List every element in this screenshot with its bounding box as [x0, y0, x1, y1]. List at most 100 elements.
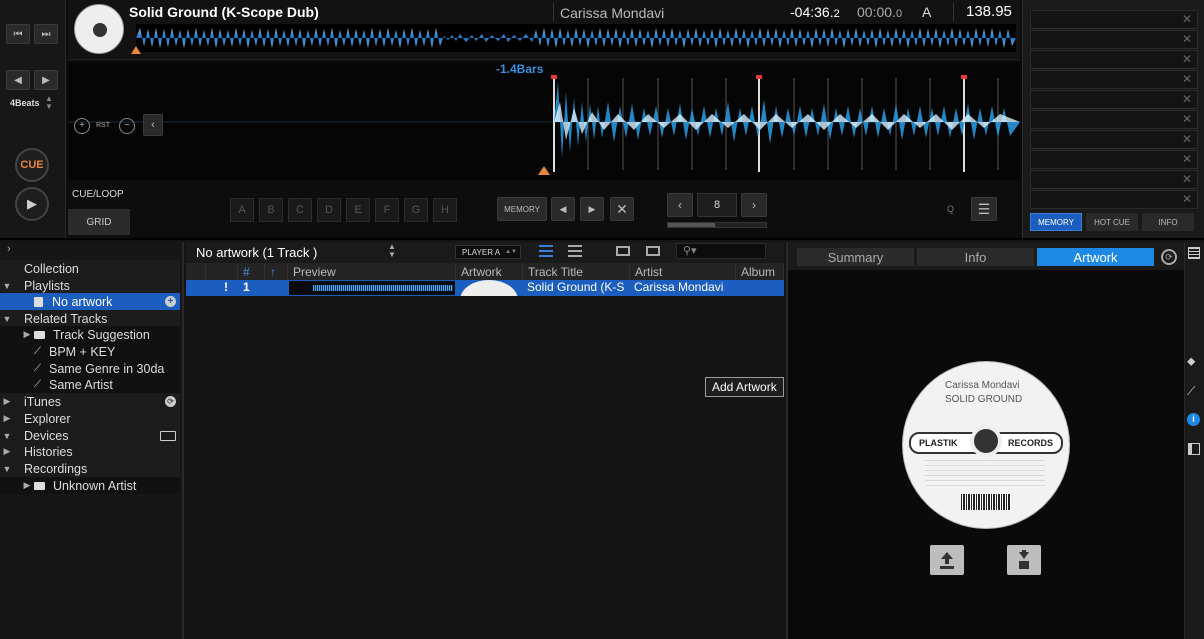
sidebar-list-icon[interactable] [1188, 247, 1200, 259]
tab-info[interactable]: INFO [1142, 213, 1194, 231]
related-tracks-icon[interactable]: ⟋ [1187, 384, 1195, 399]
memory-slot[interactable]: ✕ [1030, 10, 1198, 29]
hotcue-pad-b[interactable]: B [259, 198, 283, 222]
close-icon[interactable]: ✕ [1182, 112, 1192, 126]
tab-hot-cue[interactable]: HOT CUE [1086, 213, 1138, 231]
memory-slot[interactable]: ✕ [1030, 190, 1198, 209]
player-select[interactable]: PLAYER A ▲▼ [455, 245, 521, 259]
list-select-icon[interactable]: ▲ ▼ [388, 243, 396, 259]
column-status[interactable] [206, 264, 238, 280]
detail-view-icon[interactable] [568, 245, 582, 257]
sidebar-collapse-icon[interactable]: › [7, 243, 11, 255]
quantize-label[interactable]: Q [947, 204, 954, 214]
tree-item-playlists[interactable]: ▼ Playlists [0, 277, 180, 294]
grid-tab[interactable]: GRID [68, 209, 130, 235]
sort-arrow-icon[interactable]: ↑ [265, 264, 288, 280]
row-preview-waveform[interactable] [289, 281, 455, 295]
tree-item-same-genre[interactable]: ⟋ Same Genre in 30da [0, 360, 180, 377]
deck-artwork[interactable] [74, 4, 124, 54]
cue-button[interactable]: CUE [15, 148, 49, 182]
table-row[interactable]: ! 1 Solid Ground (K-S Carissa Mondavi [186, 280, 784, 296]
split-view-icon[interactable] [646, 246, 660, 256]
zoom-in-icon[interactable]: + [74, 118, 90, 134]
collapse-panel-button[interactable]: ‹ [143, 114, 163, 136]
expand-arrow-icon[interactable]: ▶ [0, 413, 14, 424]
beat-size-stepper[interactable]: ▲ ▼ [45, 95, 53, 111]
tree-item-bpm-key[interactable]: ⟋ BPM + KEY [0, 343, 180, 360]
memory-button[interactable]: MEMORY [497, 197, 547, 221]
play-button[interactable]: ▶ [15, 187, 49, 221]
beatjump-back-button[interactable]: ◀ [6, 70, 30, 90]
next-track-button[interactable]: ⏭ [34, 24, 58, 44]
beatjump-forward-button[interactable]: ▶ [34, 70, 58, 90]
memory-slot[interactable]: ✕ [1030, 90, 1198, 109]
loop-double-button[interactable]: › [741, 193, 767, 217]
zoom-waveform[interactable] [68, 62, 1020, 180]
tab-info[interactable]: Info [917, 248, 1034, 266]
hotcue-pad-e[interactable]: E [346, 198, 370, 222]
hotcue-pad-d[interactable]: D [317, 198, 341, 222]
column-album[interactable]: Album [736, 264, 784, 280]
memory-delete-icon[interactable]: ✕ [610, 197, 634, 221]
hotcue-pad-a[interactable]: A [230, 198, 254, 222]
tree-item-devices[interactable]: ▼ Devices [0, 427, 180, 444]
close-icon[interactable]: ✕ [1182, 172, 1192, 186]
column-artwork[interactable]: Artwork [456, 264, 523, 280]
expand-arrow-icon[interactable]: ▶ [20, 329, 34, 340]
expand-arrow-icon[interactable]: ▶ [0, 446, 14, 457]
close-icon[interactable]: ✕ [1182, 132, 1192, 146]
info-icon[interactable]: i [1187, 413, 1200, 426]
zoom-out-icon[interactable]: − [119, 118, 135, 134]
refresh-icon[interactable]: ⟳ [165, 396, 176, 407]
collapse-arrow-icon[interactable]: ▼ [0, 464, 14, 474]
collapse-arrow-icon[interactable]: ▼ [0, 281, 14, 291]
tree-item-track-suggestion[interactable]: ▶ Track Suggestion [0, 326, 180, 343]
hotcue-pad-g[interactable]: G [404, 198, 428, 222]
memory-next-button[interactable]: ▶ [580, 197, 604, 221]
sub-browser-icon[interactable] [1188, 443, 1200, 455]
memory-slot[interactable]: ✕ [1030, 50, 1198, 69]
tree-item-explorer[interactable]: ▶ Explorer [0, 410, 180, 427]
tab-summary[interactable]: Summary [797, 248, 914, 266]
search-field[interactable]: ⚲▾ [676, 243, 766, 259]
hotcue-pad-c[interactable]: C [288, 198, 312, 222]
devices-icon[interactable] [160, 430, 176, 441]
memory-slot[interactable]: ✕ [1030, 170, 1198, 189]
delete-artwork-button[interactable] [1007, 545, 1041, 575]
column-preview[interactable]: Preview [288, 264, 456, 280]
artwork-image[interactable]: Carissa Mondavi SOLID GROUND PLASTIK REC… [903, 362, 1069, 528]
tree-item-unknown-artist[interactable]: ▶ Unknown Artist [0, 477, 180, 494]
tree-item-no-artwork[interactable]: No artwork + [0, 293, 180, 310]
column-artist[interactable]: Artist [630, 264, 736, 280]
column-track-title[interactable]: Track Title [523, 264, 630, 280]
memory-slot[interactable]: ✕ [1030, 30, 1198, 49]
collapse-arrow-icon[interactable]: ▼ [0, 431, 14, 441]
hotcue-pad-h[interactable]: H [433, 198, 457, 222]
tree-item-recordings[interactable]: ▼ Recordings [0, 460, 180, 477]
tag-icon[interactable]: ⬥ [1187, 354, 1195, 369]
memory-slot[interactable]: ✕ [1030, 130, 1198, 149]
close-icon[interactable]: ✕ [1182, 12, 1192, 26]
zoom-reset-button[interactable]: RST [96, 122, 110, 129]
memory-slot[interactable]: ✕ [1030, 150, 1198, 169]
tree-item-related-tracks[interactable]: ▼ Related Tracks [0, 310, 180, 327]
close-icon[interactable]: ✕ [1182, 152, 1192, 166]
close-icon[interactable]: ✕ [1182, 72, 1192, 86]
hotcue-pad-f[interactable]: F [375, 198, 399, 222]
tree-item-itunes[interactable]: ▶ iTunes ⟳ [0, 393, 180, 410]
tab-memory[interactable]: MEMORY [1030, 213, 1082, 231]
cueloop-tab[interactable]: CUE/LOOP [72, 189, 124, 200]
memory-slot[interactable]: ✕ [1030, 70, 1198, 89]
import-artwork-button[interactable] [930, 545, 964, 575]
tab-artwork[interactable]: Artwork [1037, 248, 1154, 266]
close-icon[interactable]: ✕ [1182, 92, 1192, 106]
menu-icon[interactable]: ☰ [971, 197, 997, 221]
expand-arrow-icon[interactable]: ▶ [20, 480, 34, 491]
column-number[interactable]: # [238, 264, 265, 280]
loop-halve-button[interactable]: ‹ [667, 193, 693, 217]
tree-item-same-artist[interactable]: ⟋ Same Artist [0, 376, 180, 393]
artwork-view-icon[interactable] [616, 246, 630, 256]
expand-arrow-icon[interactable]: ▶ [0, 396, 14, 407]
tree-item-histories[interactable]: ▶ Histories [0, 443, 180, 460]
column-flag[interactable] [186, 264, 206, 280]
